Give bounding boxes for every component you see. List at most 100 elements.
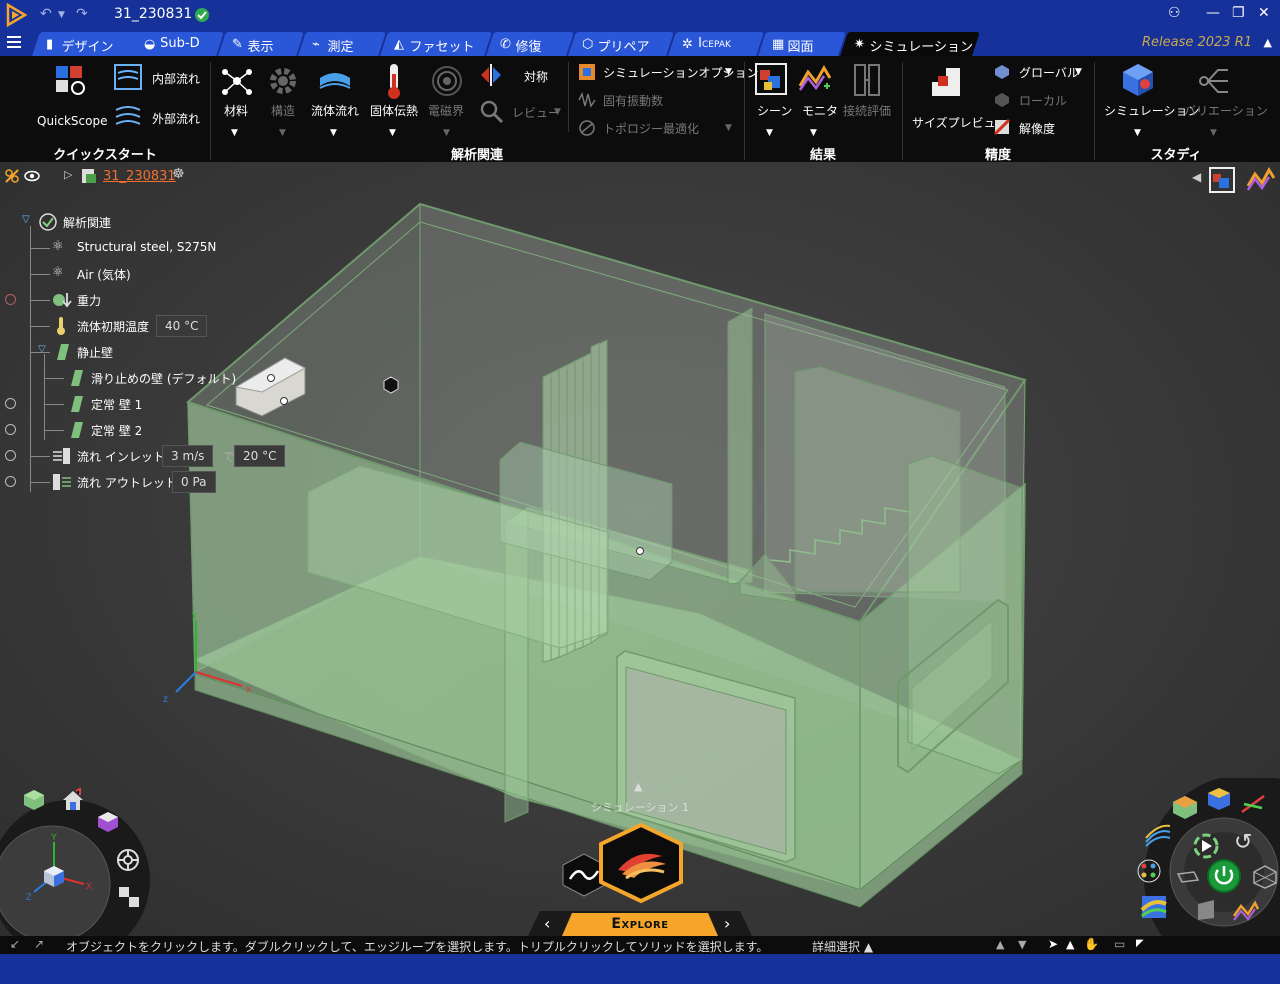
inlet-temperature-field[interactable]: 20 °C bbox=[234, 445, 286, 467]
review-button[interactable]: レビュー bbox=[512, 104, 560, 121]
redo-icon[interactable]: ↷ bbox=[76, 6, 88, 22]
simulation-study-dropdown-icon[interactable]: ▼ bbox=[1134, 128, 1141, 138]
local-mesh-icon[interactable] bbox=[994, 92, 1010, 108]
tree-item-initial-temp[interactable]: 流体初期温度 40 °C bbox=[30, 314, 290, 338]
tree-item-wall-2[interactable]: 定常 壁 2 bbox=[44, 418, 304, 442]
tree-root-node[interactable]: ▽ 解析関連 bbox=[22, 210, 282, 234]
contact-eval-button[interactable]: 接続評価 bbox=[843, 102, 891, 119]
suppress-toggle-marker[interactable] bbox=[5, 424, 16, 435]
solid-heat-dropdown-icon[interactable]: ▼ bbox=[389, 128, 396, 138]
select-down-icon[interactable]: ▼ bbox=[1018, 938, 1026, 951]
account-icon[interactable]: ⚇ bbox=[1168, 5, 1181, 21]
results-cube-icon[interactable] bbox=[1170, 794, 1200, 820]
select-up-icon[interactable]: ▲ bbox=[996, 938, 1004, 951]
tree-item-static-wall[interactable]: ▽ 静止壁 bbox=[30, 340, 290, 364]
size-preview-icon[interactable] bbox=[926, 62, 966, 102]
symmetry-icon[interactable] bbox=[478, 62, 504, 88]
variation-dropdown-icon[interactable]: ▼ bbox=[1210, 128, 1217, 138]
column[interactable] bbox=[727, 307, 753, 585]
structure-button[interactable]: 構造 bbox=[271, 102, 295, 119]
close-icon[interactable]: ✕ bbox=[1258, 5, 1270, 21]
surface-icon[interactable] bbox=[1196, 898, 1216, 922]
tree-item-wall-1[interactable]: 定常 壁 1 bbox=[44, 392, 304, 416]
palette-icon[interactable]: ☸ bbox=[172, 166, 185, 182]
mesh-cube-icon[interactable] bbox=[1206, 786, 1232, 812]
forward-arrow-icon[interactable]: ↗ bbox=[34, 937, 44, 951]
detail-select-button[interactable]: 詳細選択 ▲ bbox=[812, 938, 873, 955]
active-document-link[interactable]: 31_230831 bbox=[103, 169, 176, 184]
select-cursor-icon[interactable]: ➤ bbox=[1048, 937, 1058, 951]
review-icon[interactable] bbox=[478, 98, 504, 124]
tab-subd[interactable]: ◒ Sub-D bbox=[130, 32, 224, 56]
checker-pattern-icon[interactable] bbox=[118, 886, 140, 908]
topology-icon[interactable] bbox=[578, 119, 596, 137]
tab-display[interactable]: ✎ 表示 bbox=[218, 32, 304, 56]
inlet-velocity-field[interactable]: 3 m/s bbox=[162, 445, 214, 467]
global-mesh-icon[interactable] bbox=[994, 64, 1010, 80]
outlet-pressure-field[interactable]: 0 Pa bbox=[172, 471, 216, 493]
suppress-toggle-marker[interactable] bbox=[5, 476, 16, 487]
chart-monitor-icon[interactable] bbox=[1232, 900, 1260, 922]
tab-facet[interactable]: ◭ ファセット bbox=[380, 32, 492, 56]
material-dropdown-icon[interactable]: ▼ bbox=[231, 128, 238, 138]
outlet-hex-marker[interactable] bbox=[383, 376, 399, 394]
material-button[interactable]: 材料 bbox=[224, 102, 248, 119]
power-solve-icon[interactable] bbox=[1206, 858, 1242, 894]
suppress-toggle-marker[interactable] bbox=[5, 398, 16, 409]
explore-mode-bar[interactable]: ‹ › Explore bbox=[528, 911, 752, 936]
tab-drawing[interactable]: ▦ 図面 bbox=[758, 32, 846, 56]
modal-button[interactable]: 固有振動数 bbox=[603, 92, 663, 109]
symmetry-button[interactable]: 対称 bbox=[524, 68, 548, 85]
electromagnetic-icon[interactable] bbox=[430, 64, 464, 98]
contour-plot-icon[interactable] bbox=[1140, 894, 1168, 920]
vector-arrows-icon[interactable] bbox=[1240, 792, 1268, 816]
wireframe-icon[interactable] bbox=[1252, 864, 1278, 890]
thermometer-icon[interactable] bbox=[382, 62, 406, 100]
monitor-results-icon[interactable] bbox=[1246, 166, 1276, 194]
quickscope-button[interactable]: QuickScope bbox=[37, 114, 108, 128]
panel-collapse-icon[interactable]: ◀ bbox=[1192, 170, 1201, 184]
tab-prepare[interactable]: ⬡ プリペア bbox=[568, 32, 674, 56]
plane-slice-icon[interactable] bbox=[1176, 870, 1200, 884]
suppress-toggle-marker[interactable] bbox=[5, 294, 16, 305]
scene-button[interactable]: シーン bbox=[757, 102, 792, 119]
resolution-icon[interactable] bbox=[994, 119, 1010, 135]
expand-chevron-icon[interactable]: ▷ bbox=[64, 168, 72, 181]
hamburger-menu-icon[interactable] bbox=[6, 34, 22, 50]
selection-handle-dot[interactable] bbox=[636, 547, 644, 555]
structure-dropdown-icon[interactable]: ▼ bbox=[279, 128, 286, 138]
modal-wave-icon[interactable] bbox=[578, 92, 596, 108]
undo-dropdown-icon[interactable]: ▼ bbox=[58, 10, 65, 20]
render-mode-icon[interactable] bbox=[116, 848, 140, 872]
lasso-select-icon[interactable]: ◤ bbox=[1136, 938, 1144, 949]
select-hand-icon[interactable]: ✋ bbox=[1084, 937, 1099, 951]
global-button[interactable]: グローバル bbox=[1019, 64, 1079, 81]
home-view-icon[interactable] bbox=[60, 788, 86, 812]
solid-heat-button[interactable]: 固体伝熱 bbox=[370, 102, 418, 119]
tab-simulation[interactable]: ✷ シミュレーション bbox=[840, 32, 980, 56]
topology-button[interactable]: トポロジー最適化 bbox=[603, 120, 699, 137]
minimize-icon[interactable]: — bbox=[1206, 5, 1220, 21]
sim-options-dropdown-icon[interactable]: ▼ bbox=[725, 67, 732, 77]
particles-icon[interactable] bbox=[1136, 858, 1162, 884]
select-mode-icon[interactable]: ▲ bbox=[1066, 938, 1074, 951]
tab-measure[interactable]: ⌁ 測定 bbox=[298, 32, 386, 56]
structure-gear-icon[interactable] bbox=[266, 64, 300, 98]
collapse-icon[interactable]: ▽ bbox=[22, 214, 30, 225]
sim-options-icon[interactable] bbox=[578, 63, 596, 81]
tab-design[interactable]: ▮ デザイン bbox=[32, 32, 146, 56]
tree-item-inlet[interactable]: 流れ インレット 1 3 m/s で 20 °C bbox=[30, 444, 300, 468]
monitor-icon[interactable] bbox=[798, 64, 832, 94]
tree-item-wall-default[interactable]: 滑り止めの壁 (デフォルト) bbox=[44, 366, 304, 390]
tab-repair[interactable]: ✆ 修復 bbox=[486, 32, 574, 56]
tree-item-gravity[interactable]: 重力 bbox=[30, 288, 290, 312]
resolution-button[interactable]: 解像度 bbox=[1019, 120, 1055, 137]
back-arrow-icon[interactable]: ↙ bbox=[10, 937, 20, 951]
electromagnetic-dropdown-icon[interactable]: ▼ bbox=[443, 128, 450, 138]
undo-icon[interactable]: ↶ bbox=[40, 6, 52, 22]
review-dropdown-icon[interactable]: ▼ bbox=[554, 107, 561, 117]
box-select-icon[interactable]: ▭ bbox=[1114, 937, 1125, 951]
suppress-toggle-marker[interactable] bbox=[5, 450, 16, 461]
quickscope-icon[interactable] bbox=[52, 62, 88, 98]
simulation-study-icon[interactable] bbox=[1120, 62, 1156, 98]
